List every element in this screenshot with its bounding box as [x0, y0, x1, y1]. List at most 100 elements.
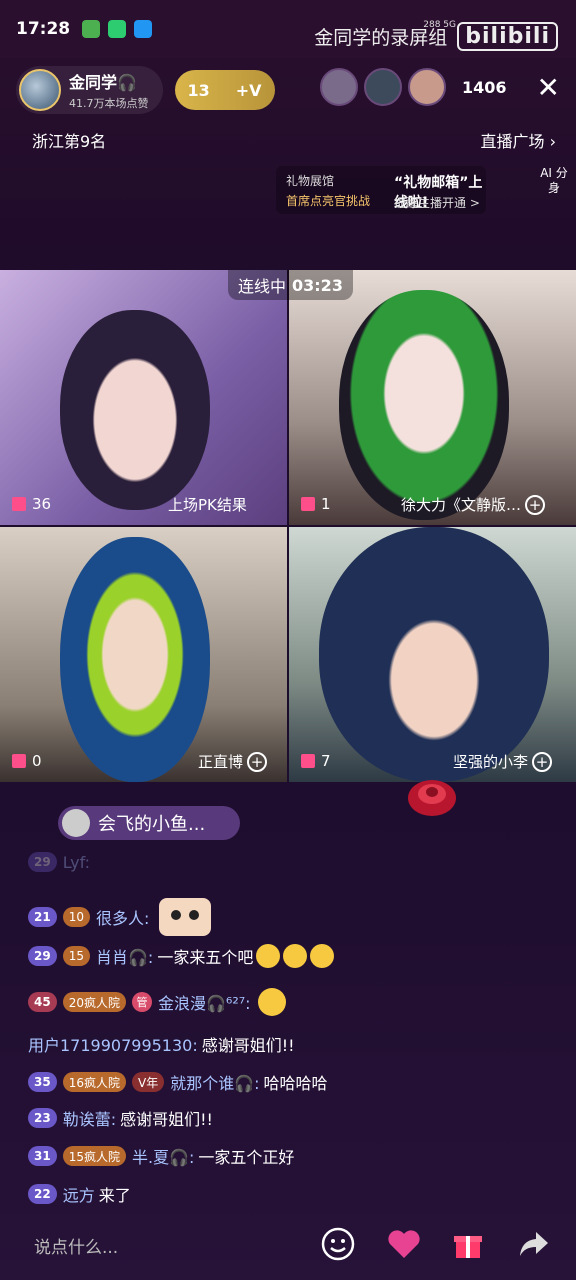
chat-username[interactable]: 远方	[63, 1182, 95, 1206]
chat-text: 一家来五个吧	[157, 948, 254, 967]
tile-label: 上场PK结果	[168, 496, 247, 514]
bilibili-logo: bilibili	[457, 22, 558, 51]
streamer-video	[60, 310, 210, 510]
follow-plus-icon[interactable]: +	[532, 752, 553, 772]
like-count: 41.7万本场点赞	[69, 97, 149, 110]
fan-club-badge[interactable]: 13 +V	[174, 70, 275, 110]
fan-medal-badge: 15疯人院	[62, 1146, 126, 1166]
plaza-label: 直播广场	[480, 132, 545, 151]
avatar[interactable]	[364, 68, 402, 106]
comment-input[interactable]: 说点什么...	[34, 1233, 118, 1258]
avatar[interactable]	[320, 68, 358, 106]
linkmic-grid: 36 上场PK结果 1 徐大力《文静版… + 0 正直博 + 7 坚强的小李 + 连线…	[0, 270, 576, 782]
user-level-badge: 21	[28, 907, 57, 927]
chat-message[interactable]: 21 10 很多人:	[28, 898, 212, 936]
chat-username[interactable]: Lyf:	[63, 853, 90, 872]
avatar[interactable]	[408, 68, 446, 106]
chat-message[interactable]: 22 远方 来了	[28, 1182, 131, 1206]
pk-score: 1	[301, 495, 331, 513]
chat-text: 感谢哥姐们!!	[120, 1110, 213, 1129]
host-pill[interactable]: 金同学🎧 41.7万本场点赞	[16, 66, 163, 114]
chat-text: 感谢哥姐们!!	[201, 1036, 295, 1055]
fan-medal-badge: 20疯人院	[62, 992, 126, 1012]
flag-icon	[301, 754, 315, 768]
fan-medal-badge: 15	[62, 946, 90, 966]
user-level-badge: 35	[28, 1072, 57, 1092]
video-tile[interactable]: 7 坚强的小李 +	[289, 527, 576, 782]
follow-plus-icon[interactable]: +	[525, 495, 546, 515]
watermark-text: 金同学的录屏组	[314, 27, 448, 49]
follow-plus-icon[interactable]: +	[247, 752, 268, 772]
viewer-list[interactable]: 1406 ✕	[320, 68, 560, 106]
avatar[interactable]	[62, 809, 90, 837]
emoji-icon[interactable]	[318, 1224, 358, 1264]
bottom-bar: 说点什么...	[0, 1210, 576, 1280]
share-icon[interactable]	[514, 1224, 554, 1264]
pk-score: 0	[12, 752, 42, 770]
tile-label: 正直博 +	[198, 751, 268, 772]
flag-icon	[12, 754, 26, 768]
video-tile[interactable]: 0 正直博 +	[0, 527, 287, 782]
chat-username[interactable]: 用户1719907995130:	[28, 1032, 198, 1056]
vip-year-badge: V年	[131, 1072, 165, 1092]
user-level-badge: 45	[28, 992, 57, 1012]
promo-subtitle: 首席点亮官挑战	[286, 194, 371, 208]
streamer-video	[60, 537, 210, 782]
user-level-badge: 23	[28, 1108, 57, 1128]
app-notification-icon	[82, 20, 101, 38]
chat-text: 一家五个正好	[198, 1148, 295, 1167]
user-level-badge: 29	[28, 946, 57, 966]
chat-text: 哈哈哈哈	[263, 1074, 328, 1093]
chat-username[interactable]: 金浪漫🎧⁶²⁷:	[158, 990, 251, 1014]
user-level-badge: 29	[28, 852, 57, 872]
promo-title: 礼物展馆	[286, 174, 335, 188]
tile-label: 徐大力《文静版… +	[401, 494, 546, 515]
live-plaza-link[interactable]: 直播广场 ›	[480, 128, 556, 152]
chat-text: 来了	[98, 1186, 131, 1205]
avatar[interactable]	[19, 69, 61, 111]
chat-message[interactable]: 31 15疯人院 半.夏🎧: 一家五个正好	[28, 1144, 294, 1168]
gift-sender-pill[interactable]: 会飞的小鱼...	[58, 806, 240, 840]
chat-message[interactable]: 23 勒诶蕾: 感谢哥姐们!!	[28, 1106, 213, 1130]
host-bar[interactable]: 金同学🎧 41.7万本场点赞 13 +V	[16, 66, 275, 114]
pk-score: 36	[12, 495, 51, 513]
fan-medal-badge: 16疯人院	[62, 1072, 126, 1092]
ai-clone-button[interactable]: AI 分身	[540, 166, 568, 196]
chat-message[interactable]: 35 16疯人院 V年 就那个谁🎧: 哈哈哈哈	[28, 1070, 328, 1094]
video-tile[interactable]: 36 上场PK结果	[0, 270, 287, 525]
fan-medal-badge: 10	[62, 907, 90, 927]
laughing-emoji-icon	[310, 944, 335, 968]
tile-label: 坚强的小李 +	[453, 751, 553, 772]
user-level-badge: 22	[28, 1184, 57, 1204]
region-rank[interactable]: 浙江第9名	[32, 128, 106, 152]
notification-icons	[82, 20, 153, 38]
video-tile[interactable]: 1 徐大力《文静版… +	[289, 270, 576, 525]
sticker-icon	[159, 898, 212, 936]
chat-username[interactable]: 肖肖🎧:	[96, 944, 153, 968]
chat-message[interactable]: 用户1719907995130: 感谢哥姐们!!	[28, 1032, 295, 1056]
linkmic-label: 连线中	[238, 277, 287, 296]
chat-username[interactable]: 就那个谁🎧:	[170, 1070, 259, 1094]
chat-username[interactable]: 很多人:	[96, 905, 149, 929]
recording-watermark: 金同学的录屏组 bilibili	[314, 22, 558, 51]
flag-icon	[12, 497, 26, 511]
clock: 17:28	[16, 19, 71, 39]
close-icon[interactable]: ✕	[537, 71, 560, 104]
chat-username[interactable]: 勒诶蕾:	[63, 1106, 116, 1130]
chat-message[interactable]: 45 20疯人院 管 金浪漫🎧⁶²⁷:	[28, 988, 286, 1016]
chat-username[interactable]: 半.夏🎧:	[132, 1144, 194, 1168]
heart-level-icon: 13	[187, 80, 210, 100]
flag-icon	[301, 497, 315, 511]
like-heart-icon[interactable]	[384, 1224, 424, 1264]
chat-message[interactable]: 29 15 肖肖🎧: 一家来五个吧	[28, 944, 335, 968]
gift-icon[interactable]	[448, 1224, 488, 1264]
host-name: 金同学🎧	[69, 73, 137, 92]
v-badge-icon: +V	[235, 80, 262, 100]
linkmic-timer: 连线中 03:23	[228, 270, 353, 300]
viewer-count[interactable]: 1406	[462, 78, 507, 97]
promo-action[interactable]: 提醒主播开通 >	[394, 194, 480, 211]
promo-banner[interactable]: 礼物展馆 首席点亮官挑战 “礼物邮箱”上线啦! 提醒主播开通 >	[276, 166, 486, 214]
chevron-right-icon: ›	[549, 132, 556, 151]
laughing-emoji-icon	[257, 988, 286, 1016]
chat-message[interactable]: 29 Lyf:	[28, 852, 94, 872]
